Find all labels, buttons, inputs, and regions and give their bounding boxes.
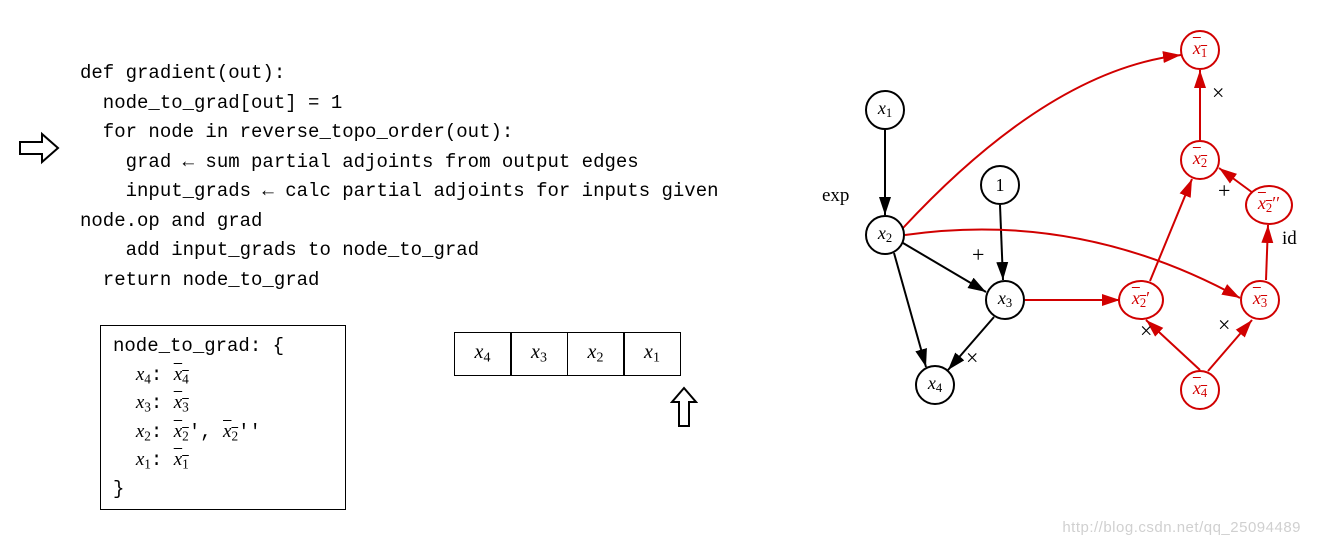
- box-close: }: [113, 475, 333, 504]
- node-x1: x1: [865, 90, 905, 130]
- op-label-times2: ×: [1140, 318, 1152, 344]
- right-arrow-icon: [18, 130, 62, 172]
- node-x4: x4: [915, 365, 955, 405]
- node-x2bar: x2: [1180, 140, 1220, 180]
- code-line: for node in reverse_topo_order(out):: [80, 121, 513, 143]
- op-label-plus: +: [972, 242, 984, 268]
- code-line: node_to_grad[out] = 1: [80, 92, 342, 114]
- topo-cell: x3: [510, 332, 568, 376]
- node-x2: x2: [865, 215, 905, 255]
- box-entry: x4: x4: [113, 361, 333, 390]
- box-entry: x2: x2′, x2′′: [113, 418, 333, 447]
- op-label-times-top: ×: [1212, 80, 1224, 106]
- op-label-times: ×: [966, 345, 978, 371]
- topo-cell: x1: [623, 332, 681, 376]
- computation-graph: x1 x2 1 x3 x4 x1 x2 x2′′ x2′ x3 x4 exp +…: [820, 10, 1300, 440]
- op-label-id: id: [1282, 228, 1297, 250]
- op-label-plus2: +: [1218, 178, 1230, 204]
- node-x3bar: x3: [1240, 280, 1280, 320]
- code-line: input_grads ← calc partial adjoints for …: [80, 180, 719, 202]
- code-line: node.op and grad: [80, 210, 262, 232]
- code-line: add input_grads to node_to_grad: [80, 239, 479, 261]
- op-label-times3: ×: [1218, 312, 1230, 338]
- op-label-exp: exp: [822, 185, 849, 207]
- node-x3: x3: [985, 280, 1025, 320]
- node-x2bar-pp: x2′′: [1245, 185, 1293, 225]
- box-title: node_to_grad: {: [113, 332, 333, 361]
- code-line: def gradient(out):: [80, 62, 285, 84]
- topo-order-row: x4 x3 x2 x1: [455, 332, 681, 376]
- code-line: grad ← sum partial adjoints from output …: [80, 151, 639, 173]
- node-x2bar-p: x2′: [1118, 280, 1164, 320]
- node-x4bar: x4: [1180, 370, 1220, 410]
- pseudocode: def gradient(out): node_to_grad[out] = 1…: [80, 30, 719, 295]
- topo-cell: x2: [567, 332, 625, 376]
- topo-cell: x4: [454, 332, 512, 376]
- up-arrow-icon: [670, 386, 698, 436]
- node-one: 1: [980, 165, 1020, 205]
- watermark: http://blog.csdn.net/qq_25094489: [1062, 519, 1301, 536]
- code-line: return node_to_grad: [80, 269, 319, 291]
- box-entry: x3: x3: [113, 389, 333, 418]
- node-to-grad-box: node_to_grad: { x4: x4 x3: x3 x2: x2′, x…: [100, 325, 346, 510]
- box-entry: x1: x1: [113, 446, 333, 475]
- node-x1bar: x1: [1180, 30, 1220, 70]
